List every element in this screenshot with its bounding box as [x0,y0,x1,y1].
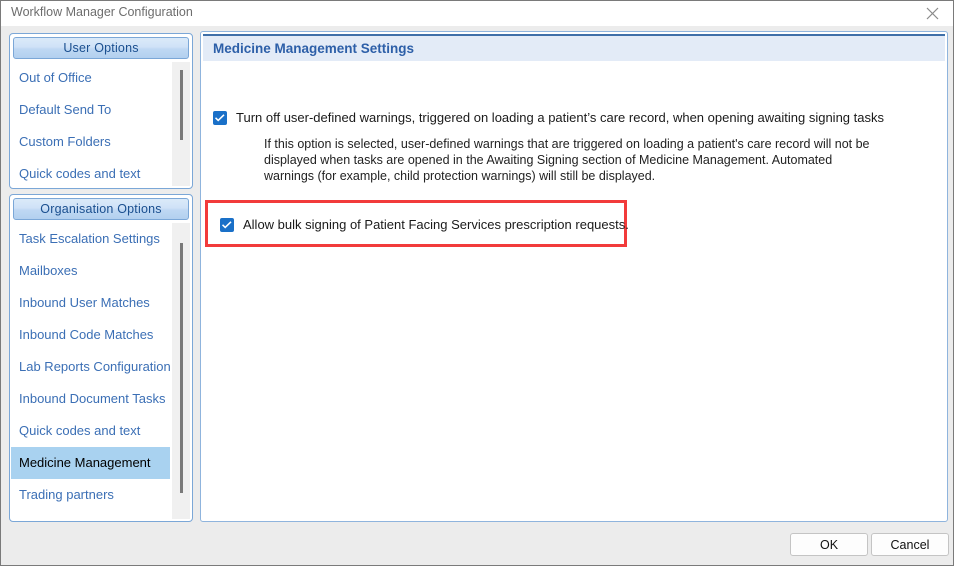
sidebar-item-quick-codes-and-text-user[interactable]: Quick codes and text [11,158,170,186]
sidebar-header-user-options: User Options [13,37,189,59]
scrollbar-thumb[interactable] [180,70,183,140]
option-allow-bulk-signing[interactable]: Allow bulk signing of Patient Facing Ser… [220,217,629,232]
settings-content: Turn off user-defined warnings, triggere… [201,62,947,521]
cancel-button[interactable]: Cancel [871,533,949,556]
sidebar-scrollbar-user-options[interactable] [172,62,190,186]
sidebar-header-label: Organisation Options [40,202,162,216]
close-icon-glyph [926,7,938,19]
sidebar-item-lab-reports-configuration[interactable]: Lab Reports Configuration [11,351,170,383]
sidebar-item-task-escalation-settings[interactable]: Task Escalation Settings [11,223,170,255]
sidebar-item-quick-codes-and-text-org[interactable]: Quick codes and text [11,415,170,447]
sidebar-item-medicine-management[interactable]: Medicine Management [11,447,170,479]
check-icon [215,114,225,122]
main-panel-header: Medicine Management Settings [203,34,945,61]
page-title: Medicine Management Settings [213,41,415,56]
close-icon[interactable] [915,1,949,25]
option-turn-off-warnings-description: If this option is selected, user-defined… [264,137,870,183]
ok-button[interactable]: OK [790,533,868,556]
sidebar-header-organisation-options: Organisation Options [13,198,189,220]
option-turn-off-warnings-label: Turn off user-defined warnings, triggere… [236,110,884,125]
sidebar-scrollbar-organisation-options[interactable] [172,223,190,519]
sidebar-item-custom-folders[interactable]: Custom Folders [11,126,170,158]
sidebar-list-organisation-options: Task Escalation Settings Mailboxes Inbou… [11,223,170,519]
sidebar-item-mailboxes[interactable]: Mailboxes [11,255,170,287]
option-turn-off-warnings[interactable]: Turn off user-defined warnings, triggere… [213,110,884,125]
window-title: Workflow Manager Configuration [11,5,193,19]
sidebar-header-label: User Options [63,41,139,55]
dialog-window: Workflow Manager Configuration User Opti… [0,0,954,566]
highlight-annotation-box: Allow bulk signing of Patient Facing Ser… [205,200,629,247]
sidebar-item-inbound-user-matches[interactable]: Inbound User Matches [11,287,170,319]
sidebar-item-inbound-document-tasks[interactable]: Inbound Document Tasks [11,383,170,415]
title-bar: Workflow Manager Configuration [1,1,953,26]
sidebar-item-out-of-office[interactable]: Out of Office [11,62,170,94]
sidebar-item-trading-partners[interactable]: Trading partners [11,479,170,511]
sidebar-section-user-options: User Options Out of Office Default Send … [9,33,193,189]
option-allow-bulk-signing-label: Allow bulk signing of Patient Facing Ser… [243,217,629,232]
main-panel: Medicine Management Settings Turn off us… [200,31,948,522]
checkbox-turn-off-warnings[interactable] [213,111,227,125]
sidebar-item-default-send-to[interactable]: Default Send To [11,94,170,126]
sidebar-section-organisation-options: Organisation Options Task Escalation Set… [9,194,193,522]
sidebar-item-inbound-code-matches[interactable]: Inbound Code Matches [11,319,170,351]
sidebar-list-user-options: Out of Office Default Send To Custom Fol… [11,62,170,186]
check-icon [222,221,232,229]
scrollbar-thumb[interactable] [180,243,183,493]
checkbox-allow-bulk-signing[interactable] [220,218,234,232]
